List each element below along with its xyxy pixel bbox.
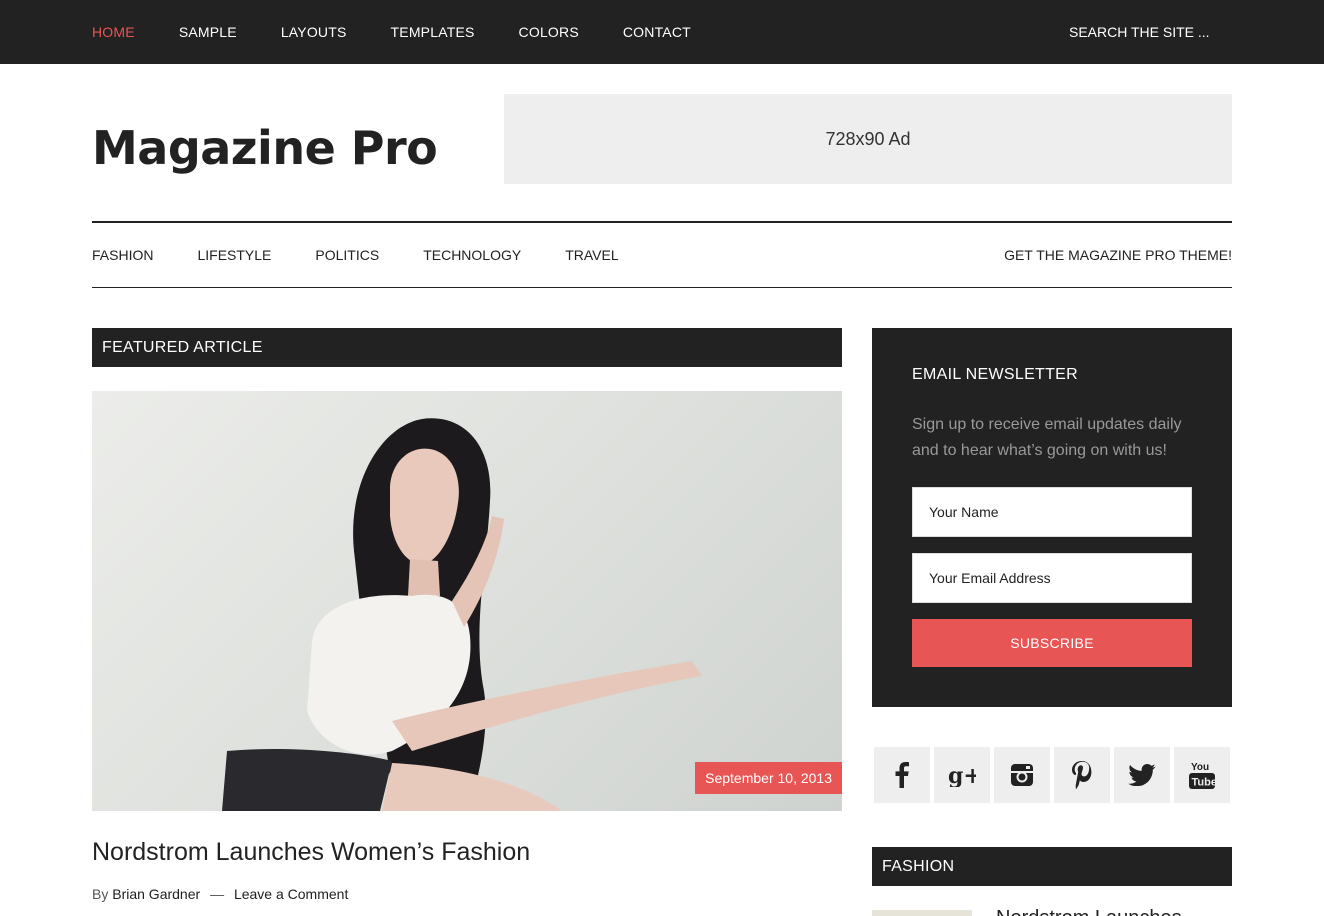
social-icons: g+ You Tube <box>874 747 1234 803</box>
featured-post-title[interactable]: Nordstrom Launches Women’s Fashion <box>92 834 530 870</box>
email-newsletter-widget: EMAIL NEWSLETTER Sign up to receive emai… <box>872 328 1232 707</box>
topnav-item-home[interactable]: HOME <box>92 0 135 64</box>
subnav-item-lifestyle[interactable]: LIFESTYLE <box>197 247 271 263</box>
topnav-item-contact[interactable]: CONTACT <box>623 0 691 64</box>
featured-photo-woman <box>222 418 702 811</box>
instagram-icon[interactable] <box>994 747 1050 803</box>
youtube-icon[interactable]: You Tube <box>1174 747 1230 803</box>
pinterest-icon[interactable] <box>1054 747 1110 803</box>
topnav-item-templates[interactable]: TEMPLATES <box>391 0 475 64</box>
author-link[interactable]: Brian Gardner <box>112 886 200 902</box>
top-nav: HOME SAMPLE LAYOUTS TEMPLATES COLORS CON… <box>92 0 735 64</box>
comments-link[interactable]: Leave a Comment <box>234 886 348 902</box>
subnav-item-fashion[interactable]: FASHION <box>92 247 153 263</box>
topnav-item-sample[interactable]: SAMPLE <box>179 0 237 64</box>
byline-prefix: By <box>92 886 109 902</box>
facebook-icon[interactable] <box>874 747 930 803</box>
get-theme-link[interactable]: GET THE MAGAZINE PRO THEME! <box>1004 223 1232 287</box>
newsletter-description: Sign up to receive email updates daily a… <box>912 416 1182 459</box>
fashion-post-thumbnail[interactable] <box>872 910 972 916</box>
ad-banner[interactable]: 728x90 Ad <box>504 94 1232 184</box>
twitter-icon[interactable] <box>1114 747 1170 803</box>
post-byline: By Brian Gardner — Leave a Comment <box>92 882 348 906</box>
subnav-item-technology[interactable]: TECHNOLOGY <box>423 247 521 263</box>
site-title[interactable]: Magazine Pro <box>92 120 438 176</box>
subscribe-button[interactable]: SUBSCRIBE <box>912 619 1192 667</box>
search-input[interactable]: SEARCH THE SITE ... <box>1069 0 1232 64</box>
name-field[interactable] <box>912 487 1192 537</box>
topnav-item-layouts[interactable]: LAYOUTS <box>281 0 347 64</box>
ad-label: 728x90 Ad <box>825 128 911 149</box>
top-bar: HOME SAMPLE LAYOUTS TEMPLATES COLORS CON… <box>0 0 1324 64</box>
byline-separator: — <box>210 886 225 902</box>
fashion-post-title[interactable]: Nordstrom Launches <box>996 906 1182 916</box>
subnav-item-politics[interactable]: POLITICS <box>315 247 379 263</box>
fashion-widget-heading: FASHION <box>872 847 1232 886</box>
svg-text:Tube: Tube <box>1192 777 1216 789</box>
newsletter-title: EMAIL NEWSLETTER <box>912 366 1079 383</box>
google-plus-icon[interactable]: g+ <box>934 747 990 803</box>
svg-text:g+: g+ <box>948 763 976 787</box>
featured-image[interactable]: September 10, 2013 <box>92 391 842 811</box>
subnav-item-travel[interactable]: TRAVEL <box>565 247 618 263</box>
featured-article-heading: FEATURED ARTICLE <box>92 328 842 367</box>
post-date-badge: September 10, 2013 <box>695 762 842 794</box>
svg-text:You: You <box>1191 762 1209 773</box>
topnav-item-colors[interactable]: COLORS <box>519 0 579 64</box>
email-field[interactable] <box>912 553 1192 603</box>
category-nav: FASHION LIFESTYLE POLITICS TECHNOLOGY TR… <box>92 221 1232 288</box>
